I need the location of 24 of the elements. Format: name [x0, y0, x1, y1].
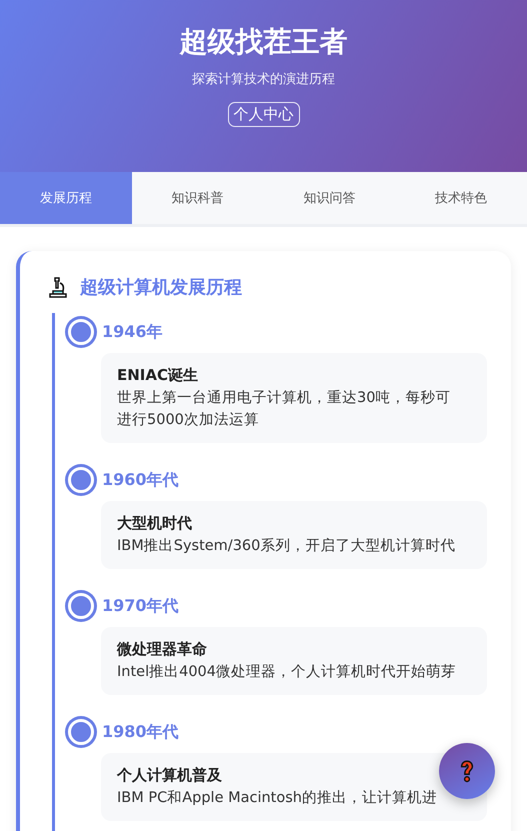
timeline-dot: [68, 467, 94, 493]
nav-tab[interactable]: 知识问答: [264, 172, 396, 224]
app-subtitle: 探索计算技术的演进历程: [192, 71, 335, 88]
timeline-year: 1946年: [102, 322, 163, 342]
event-title: 大型机时代: [117, 514, 193, 533]
timeline-year: 1980年代: [102, 722, 179, 742]
timeline-year: 1970年代: [102, 596, 179, 616]
event-title: 个人计算机普及: [117, 766, 223, 785]
nav-tab[interactable]: 发展历程: [0, 172, 132, 224]
timeline-dot: [68, 719, 94, 745]
nav-tab[interactable]: 技术特色: [395, 172, 527, 224]
event-description: Intel推出4004微处理器，个人计算机时代开始萌芽: [117, 663, 458, 682]
nav-tab[interactable]: 知识科普: [132, 172, 264, 224]
event-description: 世界上第一台通用电子计算机，重达30吨，每秒可进行5000次加法运算: [117, 389, 452, 430]
timeline-year: 1960年代: [102, 470, 179, 490]
timeline-dot: [68, 319, 94, 345]
event-description: IBM PC和Apple Macintosh的推出，让计算机进: [117, 789, 438, 808]
event-title: ENIAC诞生: [117, 366, 199, 385]
event-title: 微处理器革命: [117, 640, 208, 659]
section-title: 超级计算机发展历程: [80, 276, 242, 299]
timeline-dot: [68, 593, 94, 619]
profile-button[interactable]: 个人中心: [228, 102, 300, 127]
event-description: IBM推出System/360系列，开启了大型机计算时代: [117, 536, 456, 556]
app-title: 超级找茬王者: [180, 24, 348, 60]
